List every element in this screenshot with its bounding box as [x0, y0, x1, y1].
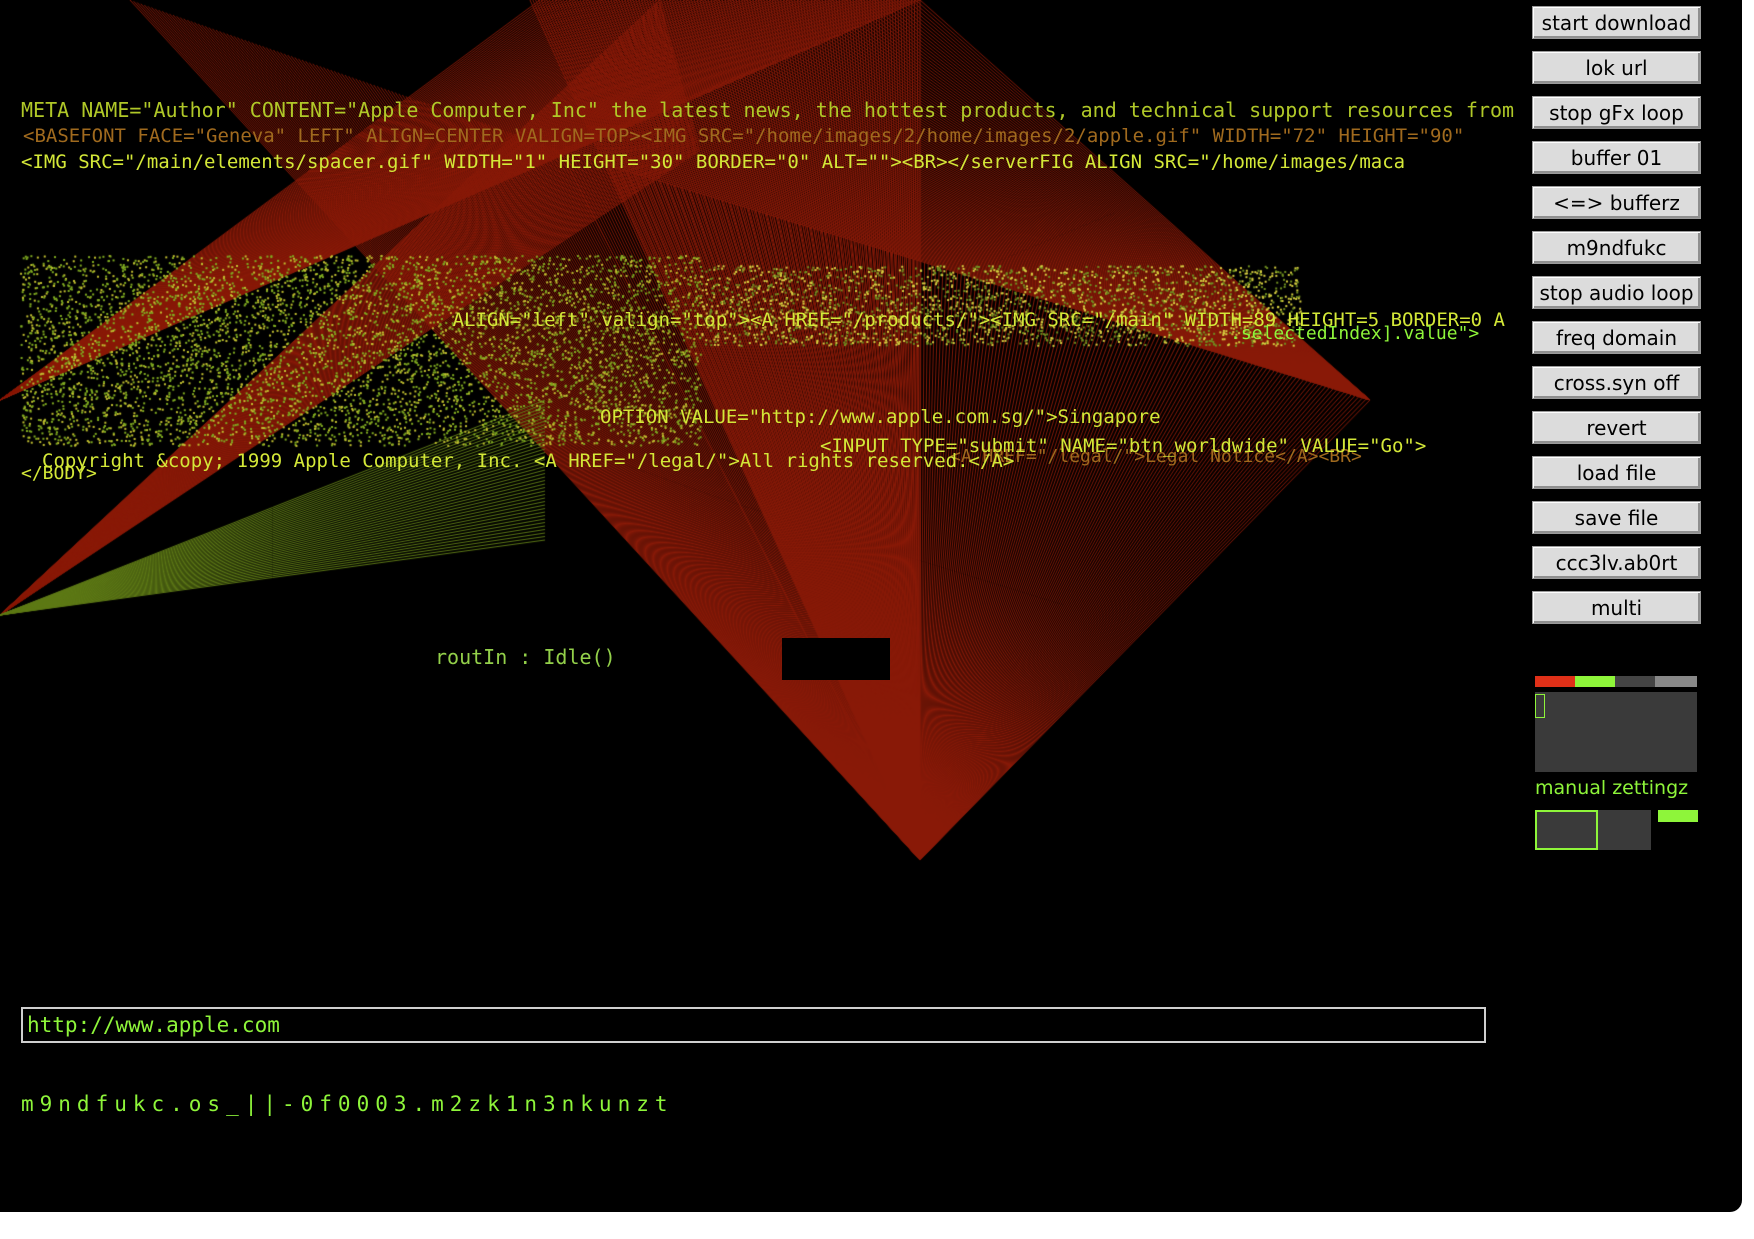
- html-code-line: <IMG SRC="/main/elements/spacer.gif" WID…: [21, 151, 1405, 173]
- load-file-button[interactable]: load file: [1532, 456, 1701, 489]
- manual-settings-label: manual zettingz: [1535, 777, 1688, 799]
- html-code-line: </BODY>: [21, 463, 97, 485]
- xy-control-pad[interactable]: [1535, 692, 1697, 772]
- start-download-button[interactable]: start download: [1532, 6, 1701, 39]
- url-input[interactable]: [21, 1007, 1486, 1043]
- ccc3lv-ab0rt-button[interactable]: ccc3lv.ab0rt: [1532, 546, 1701, 579]
- stop-audio-loop-button[interactable]: stop audio loop: [1532, 276, 1701, 309]
- html-code-line: META NAME="Author" CONTENT="Apple Comput…: [21, 99, 1514, 121]
- m9ndfukc-button[interactable]: m9ndfukc: [1532, 231, 1701, 264]
- occluding-block: [782, 638, 890, 680]
- manual-settings-indicator: [1658, 810, 1698, 822]
- lok-url-button[interactable]: lok url: [1532, 51, 1701, 84]
- manual-settings-handle[interactable]: [1535, 810, 1598, 850]
- meter-red-segment: [1535, 676, 1575, 687]
- html-code-line: <BASEFONT FACE="Geneva" LEFT" ALIGN=CENT…: [23, 125, 1464, 147]
- buffer-01-button[interactable]: buffer 01: [1532, 141, 1701, 174]
- html-code-line: .selectedIndex].value">: [1230, 323, 1479, 345]
- footer-signature: m9ndfukc.os_||-0f0003.m2zk1n3nkunzt: [21, 1092, 674, 1116]
- freq-domain-button[interactable]: freq domain: [1532, 321, 1701, 354]
- routine-status: routIn : Idle(): [435, 645, 616, 669]
- save-file-button[interactable]: save file: [1532, 501, 1701, 534]
- meter-grey-segment: [1615, 676, 1655, 687]
- meter-lightgrey-segment: [1655, 676, 1697, 687]
- html-code-line: Copyright &copy; 1999 Apple Computer, In…: [42, 450, 1014, 472]
- render-stage: META NAME="Author" CONTENT="Apple Comput…: [0, 0, 1742, 1212]
- html-code-line: OPTION VALUE="http://www.apple.com.sg/">…: [600, 406, 1161, 428]
- xy-control-handle[interactable]: [1535, 694, 1545, 718]
- meter-green-segment: [1575, 676, 1615, 687]
- multi-button[interactable]: multi: [1532, 591, 1701, 624]
- bufferz-button[interactable]: <=> bufferz: [1532, 186, 1701, 219]
- revert-button[interactable]: revert: [1532, 411, 1701, 444]
- cross-syn-off-button[interactable]: cross.syn off: [1532, 366, 1701, 399]
- stop-gfx-loop-button[interactable]: stop gFx loop: [1532, 96, 1701, 129]
